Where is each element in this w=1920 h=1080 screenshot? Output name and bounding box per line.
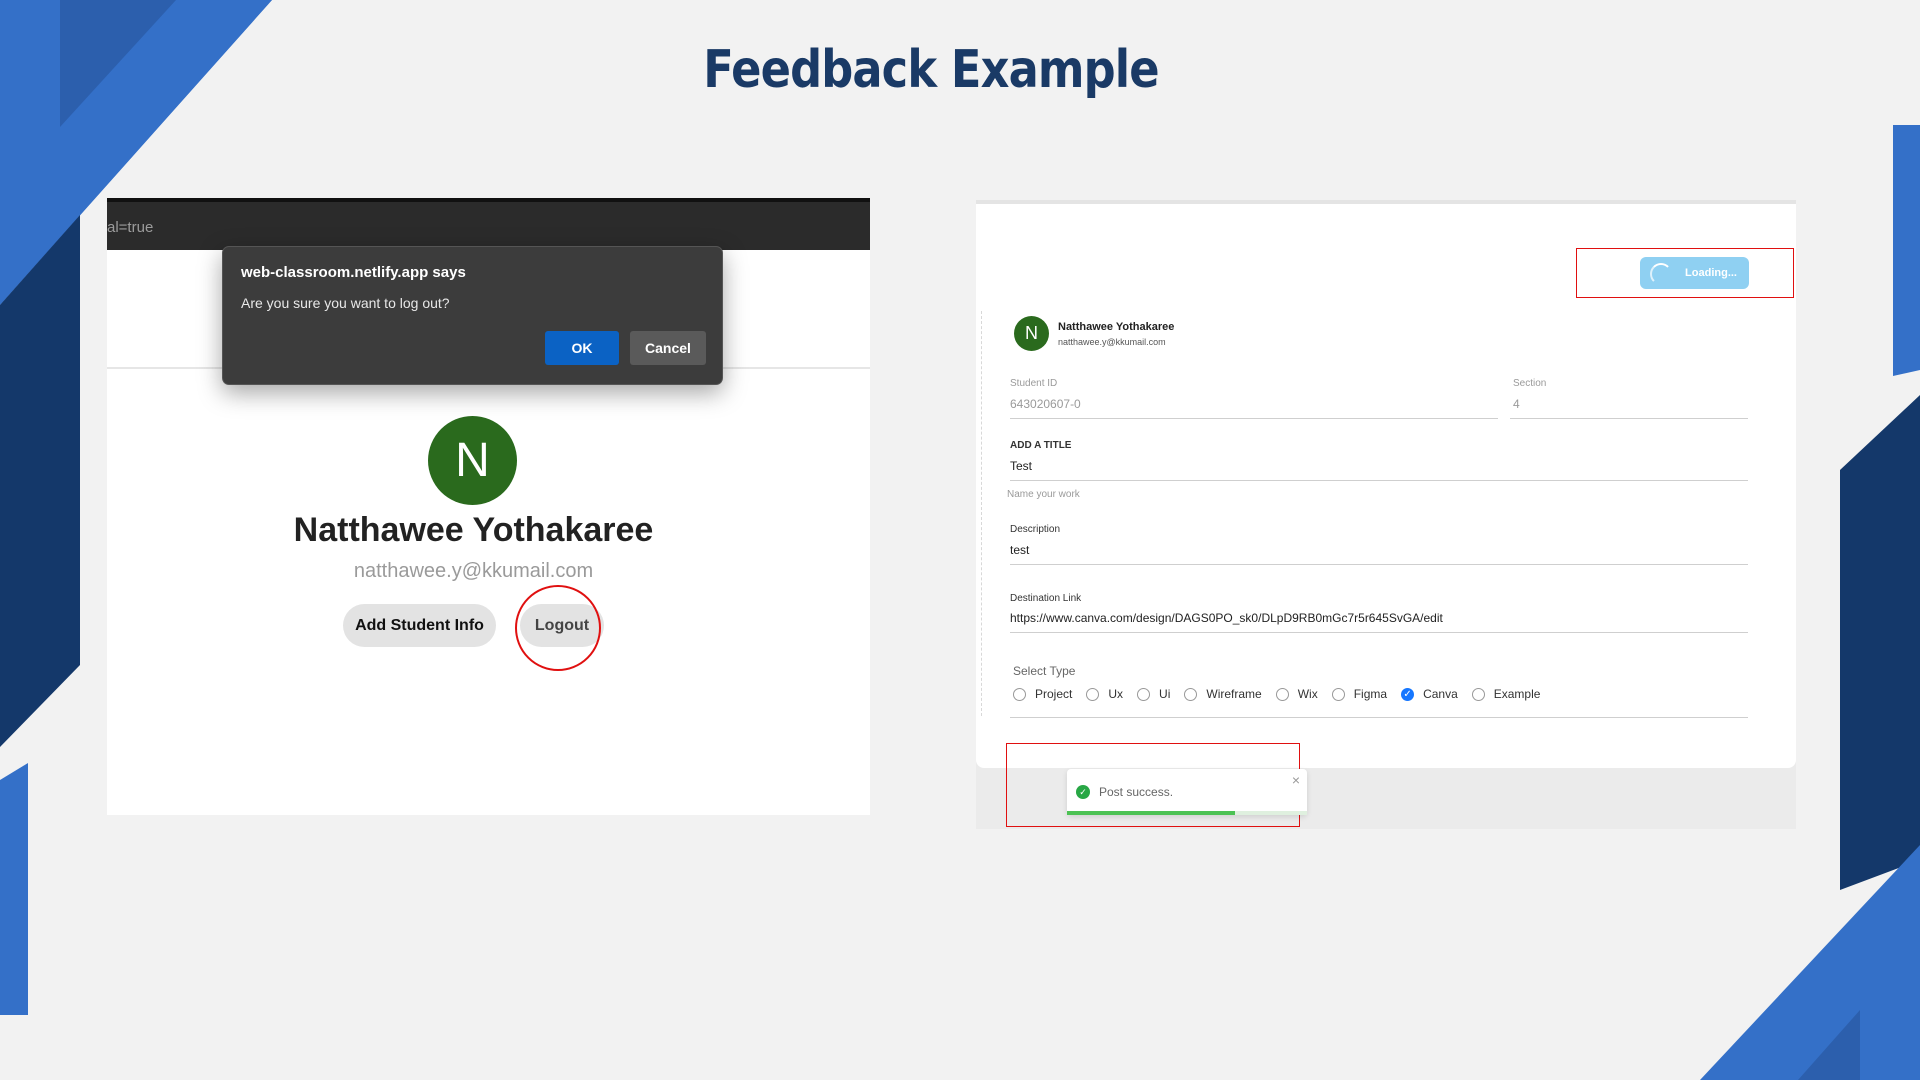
option-label: Ui [1159, 687, 1171, 701]
add-student-info-button[interactable]: Add Student Info [343, 604, 496, 647]
loading-label: Loading... [1685, 267, 1737, 279]
type-option-wireframe[interactable]: Wireframe [1184, 687, 1262, 701]
section-underline [1510, 418, 1748, 419]
profile-email: natthawee.y@kkumail.com [353, 560, 594, 582]
destination-link-input[interactable]: https://www.canva.com/design/DAGS0PO_sk0… [1010, 611, 1443, 625]
cancel-button[interactable]: Cancel [630, 331, 706, 365]
checkbox-icon[interactable] [1471, 687, 1485, 701]
type-option-ux[interactable]: Ux [1086, 687, 1123, 701]
checkbox-icon[interactable] [1331, 687, 1345, 701]
option-label: Wireframe [1206, 687, 1262, 701]
checkbox-icon[interactable] [1275, 687, 1289, 701]
avatar: N [1014, 316, 1049, 351]
select-type-label: Select Type [1013, 664, 1076, 678]
type-option-ui[interactable]: Ui [1137, 687, 1170, 701]
highlight-circle [515, 585, 601, 671]
type-option-example[interactable]: Example [1471, 687, 1541, 701]
toast-message: Post success. [1099, 785, 1174, 799]
post-form-panel: Loading... N Natthawee Yothakaree nattha… [976, 200, 1796, 768]
user-email: natthawee.y@kkumail.com [1058, 337, 1166, 347]
browser-address-bar[interactable]: al=true [107, 198, 870, 250]
toast-progress-bar [1067, 811, 1235, 815]
option-label: Canva [1423, 687, 1458, 701]
section-label: Section [1513, 378, 1547, 389]
option-label: Example [1493, 687, 1541, 701]
student-id-label: Student ID [1010, 378, 1058, 389]
option-label: Figma [1353, 687, 1388, 701]
title-underline [1010, 480, 1748, 481]
type-option-figma[interactable]: Figma [1331, 687, 1388, 701]
panel-dashed-edge [981, 311, 982, 716]
checkbox-icon[interactable] [1184, 687, 1198, 701]
type-option-wix[interactable]: Wix [1275, 687, 1318, 701]
spinner-icon [1650, 263, 1672, 285]
select-type-underline [1010, 717, 1748, 718]
user-name: Natthawee Yothakaree [1058, 321, 1175, 333]
checkbox-icon[interactable] [1086, 687, 1100, 701]
option-label: Wix [1297, 687, 1318, 701]
ok-button[interactable]: OK [545, 331, 619, 365]
close-icon[interactable]: × [1292, 772, 1300, 788]
description-label: Description [1010, 524, 1061, 535]
checkbox-checked-icon[interactable]: ✓ [1401, 687, 1415, 701]
confirm-dialog: web-classroom.netlify.app says Are you s… [222, 246, 723, 385]
panel-top-border [976, 200, 1796, 204]
loading-button[interactable]: Loading... [1640, 257, 1749, 289]
success-toast: ✓ Post success. × [1067, 769, 1307, 815]
destination-link-underline [1010, 632, 1748, 633]
description-underline [1010, 564, 1748, 565]
option-label: Ux [1108, 687, 1124, 701]
destination-link-label: Destination Link [1010, 593, 1082, 604]
student-id-field[interactable]: 643020607-0 [1010, 397, 1081, 411]
title-helper-text: Name your work [1007, 489, 1080, 500]
type-option-canva[interactable]: ✓ Canva [1401, 687, 1458, 701]
student-id-underline [1010, 418, 1498, 419]
type-option-project[interactable]: Project [1013, 687, 1072, 701]
url-text[interactable]: al=true [107, 219, 153, 236]
option-label: Project [1035, 687, 1073, 701]
slide-title: Feedback Example [703, 40, 1159, 100]
dialog-message: Are you sure you want to log out? [241, 295, 450, 311]
avatar: N [428, 416, 517, 505]
type-checkbox-group: Project Ux Ui Wireframe Wix Figma ✓ Canva… [1013, 687, 1554, 701]
check-circle-icon: ✓ [1076, 785, 1090, 799]
title-input[interactable]: Test [1010, 459, 1032, 473]
logout-screenshot: al=true N Natthawee Yothakaree natthawee… [107, 198, 870, 815]
dialog-title: web-classroom.netlify.app says [241, 264, 466, 281]
section-field[interactable]: 4 [1513, 397, 1520, 411]
description-input[interactable]: test [1010, 543, 1029, 557]
title-label: ADD A TITLE [1010, 440, 1072, 451]
checkbox-icon[interactable] [1137, 687, 1151, 701]
post-screenshot: Loading... N Natthawee Yothakaree nattha… [976, 200, 1796, 829]
profile-name: Natthawee Yothakaree [293, 511, 654, 549]
checkbox-icon[interactable] [1013, 687, 1026, 701]
